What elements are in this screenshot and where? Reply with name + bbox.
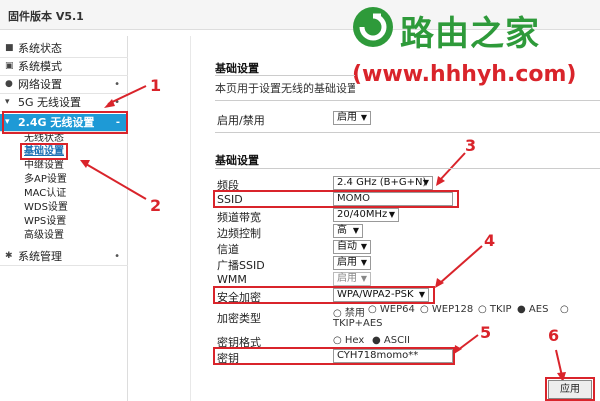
annotation-number-6: 6: [548, 326, 560, 345]
enable-label: 启用/禁用: [217, 114, 265, 127]
gear-icon: ✱: [5, 251, 13, 261]
subnav-advanced[interactable]: 高级设置: [24, 230, 64, 242]
section-rule: [215, 132, 600, 133]
annotation-number-2: 2: [150, 196, 162, 215]
encryption-radio-wep64[interactable]: ○ WEP64: [368, 304, 415, 315]
wmm-select: 启用 ▼: [333, 272, 371, 286]
encryption-type-label: 加密类型: [217, 312, 261, 325]
watermark-url: (www.hhhyh.com): [352, 62, 577, 87]
annotation-frame-2: [20, 143, 68, 160]
subnav-wds[interactable]: WDS设置: [24, 202, 68, 214]
bandwidth-select[interactable]: 20/40MHz ▼: [333, 208, 399, 222]
security-label: 安全加密: [217, 291, 261, 304]
firmware-version: 固件版本 V5.1: [8, 10, 84, 23]
chevron-down-icon: ▼: [360, 258, 367, 267]
broadcast-ssid-select[interactable]: 启用 ▼: [333, 256, 371, 270]
bullet-icon: •: [114, 79, 120, 90]
chevron-down-icon: ▼: [418, 290, 425, 299]
content-divider: [190, 36, 191, 401]
key-format-radio-hex[interactable]: ○ Hex: [333, 335, 364, 346]
bullet-icon: •: [114, 251, 120, 262]
ssid-label: SSID: [217, 193, 243, 206]
chevron-down-icon: ▼: [422, 178, 429, 187]
section-title-top: 基础设置: [215, 62, 259, 75]
globe-icon: ●: [5, 79, 13, 89]
annotation-number-5: 5: [480, 323, 492, 342]
sideband-select[interactable]: 高 ▼: [333, 224, 363, 238]
ssid-input[interactable]: MOMO: [333, 192, 453, 206]
chevron-down-icon: ▼: [360, 274, 367, 283]
channel-label: 信道: [217, 243, 239, 256]
enable-select[interactable]: 启用 ▼: [333, 111, 371, 125]
key-input[interactable]: CYH718momo**: [333, 349, 453, 363]
watermark-brand: 路由之家: [400, 14, 540, 54]
key-label: 密钥: [217, 352, 239, 365]
grid-icon: ■: [5, 43, 14, 53]
sidebar-item-system-admin[interactable]: ✱ 系统管理 •: [0, 248, 128, 266]
chevron-down-icon: ▼: [360, 113, 367, 122]
chevron-down-icon: ▼: [360, 242, 367, 251]
annotation-number-1: 1: [150, 76, 162, 95]
subnav-repeater[interactable]: 中继设置: [24, 160, 64, 172]
annotation-number-3: 3: [465, 136, 477, 155]
bandwidth-label: 频道带宽: [217, 211, 261, 224]
page-description: 本页用于设置无线的基础设置: [215, 82, 355, 95]
broadcast-ssid-label: 广播SSID: [217, 259, 265, 272]
bullet-icon: •: [114, 97, 120, 108]
chevron-down-icon: ▼: [388, 210, 395, 219]
subnav-wps[interactable]: WPS设置: [24, 216, 66, 228]
subnav-multi-ap[interactable]: 多AP设置: [24, 174, 67, 186]
sidebar-item-mode[interactable]: ▣ 系统模式: [0, 58, 128, 76]
encryption-radio-aes[interactable]: ● AES: [517, 304, 548, 315]
sidebar-item-status[interactable]: ■ 系统状态: [0, 40, 128, 58]
wmm-label: WMM: [217, 273, 247, 286]
sidebar-item-network[interactable]: ● 网络设置 •: [0, 76, 128, 94]
encryption-radio-tkip[interactable]: ○ TKIP: [478, 304, 512, 315]
logo-circle-icon: [353, 7, 393, 47]
sidebar-item-5g-wireless[interactable]: ▾ 5G 无线设置 •: [0, 94, 128, 112]
subnav-mac-auth[interactable]: MAC认证: [24, 188, 66, 200]
encryption-radio-tkip-aes-bullet[interactable]: ○: [560, 304, 569, 315]
section-rule: [215, 100, 600, 101]
encryption-radio-wep128[interactable]: ○ WEP128: [420, 304, 473, 315]
sideband-label: 边频控制: [217, 227, 261, 240]
security-select[interactable]: WPA/WPA2-PSK ▼: [333, 288, 429, 302]
wifi-icon: ▾: [5, 97, 10, 107]
apply-button[interactable]: 应用: [548, 380, 592, 399]
encryption-radio-disabled[interactable]: ○ 禁用: [333, 304, 365, 319]
encryption-radio-tkip-aes: TKIP+AES: [333, 318, 383, 329]
annotation-frame-1: [2, 111, 128, 134]
window-icon: ▣: [5, 61, 14, 71]
band-select[interactable]: 2.4 GHz (B+G+N) ▼: [333, 176, 433, 190]
channel-select[interactable]: 自动 ▼: [333, 240, 371, 254]
section-title-basic: 基础设置: [215, 154, 259, 167]
key-format-radio-ascii[interactable]: ● ASCII: [372, 335, 410, 346]
section-rule: [215, 75, 355, 76]
chevron-down-icon: ▼: [352, 226, 359, 235]
section-rule: [215, 168, 600, 169]
annotation-number-4: 4: [484, 231, 496, 250]
